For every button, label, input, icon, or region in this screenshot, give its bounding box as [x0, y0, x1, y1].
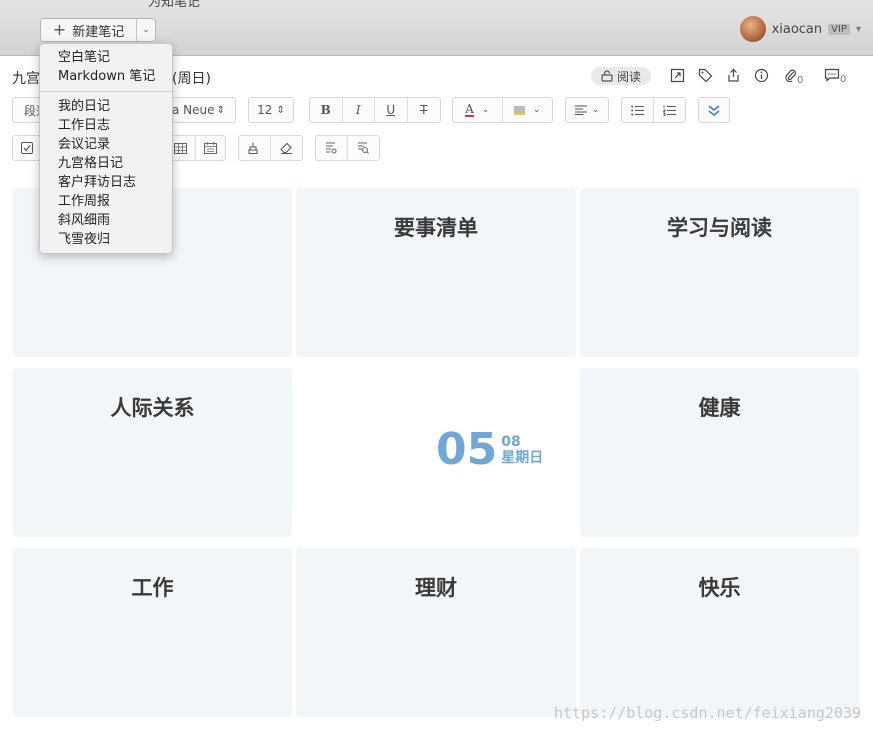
- menu-item-template[interactable]: 客户拜访日志: [40, 173, 172, 192]
- menu-item-markdown-note[interactable]: Markdown 笔记: [40, 67, 172, 86]
- grid-cell-todo[interactable]: 要事清单: [296, 188, 576, 357]
- menu-item-template[interactable]: 工作周报: [40, 192, 172, 211]
- grid-cell-finance[interactable]: 理财: [296, 548, 576, 717]
- avatar: [739, 16, 766, 42]
- grid-cell-title: 快乐: [698, 576, 741, 600]
- table-icon: [173, 142, 187, 154]
- comment-icon[interactable]: 0: [824, 68, 846, 86]
- find-replace-button[interactable]: [348, 136, 379, 160]
- user-account[interactable]: xiaocan VIP ▾: [739, 16, 861, 42]
- new-note-menu: 空白笔记 Markdown 笔记 我的日记 工作日志 会议记录 九宫格日记 客户…: [39, 43, 173, 254]
- brush-icon: [248, 142, 258, 154]
- vip-badge: VIP: [828, 23, 850, 35]
- table-group: [166, 135, 226, 161]
- align-button[interactable]: ⌄: [565, 97, 609, 123]
- grid-cell-happiness[interactable]: 快乐: [580, 548, 859, 717]
- share-icon[interactable]: [726, 68, 741, 87]
- strikethrough-button[interactable]: T: [408, 98, 440, 122]
- format-group: [238, 135, 303, 161]
- highlight-color-button[interactable]: ⌄: [503, 98, 553, 122]
- expand-toolbar-button[interactable]: [698, 97, 730, 123]
- new-note-label: 新建笔记: [72, 24, 125, 40]
- checkbox-button[interactable]: [12, 135, 42, 161]
- grid-cell-title: 健康: [698, 396, 741, 420]
- checkbox-icon: [21, 142, 33, 154]
- menu-item-template[interactable]: 会议记录: [40, 135, 172, 154]
- info-icon[interactable]: [754, 68, 769, 87]
- menu-item-template[interactable]: 工作日志: [40, 116, 172, 135]
- attachment-count: 0: [797, 75, 804, 86]
- italic-button[interactable]: I: [343, 98, 375, 122]
- grid-cell-title: 学习与阅读: [667, 216, 772, 240]
- chevron-down-icon: ⌄: [591, 105, 600, 115]
- username: xiaocan: [771, 21, 823, 37]
- read-label: 阅读: [617, 69, 642, 84]
- font-family-label: a Neue: [172, 103, 215, 117]
- app-title: 为知笔记: [148, 0, 201, 10]
- grid-cell-work[interactable]: 工作: [13, 548, 292, 717]
- menu-item-template[interactable]: 九宫格日记: [40, 154, 172, 173]
- align-left-icon: [574, 105, 587, 115]
- bullet-list-icon: [630, 105, 644, 115]
- paragraph-style-select[interactable]: 段落: [12, 97, 42, 123]
- grid-cell-title: 理财: [415, 576, 457, 600]
- font-color-button[interactable]: A ⌄: [453, 98, 503, 122]
- menu-item-template[interactable]: 我的日记: [40, 97, 172, 116]
- new-note-button-group: + 新建笔记 ⌄: [40, 18, 156, 42]
- grid-cell-title: 工作: [131, 576, 174, 600]
- font-color-icon: A: [465, 102, 474, 117]
- expand-icon[interactable]: [670, 68, 685, 87]
- text-style-group: B I U T: [309, 97, 441, 123]
- numbered-list-button[interactable]: [654, 98, 685, 122]
- chevron-down-icon: ▾: [855, 23, 861, 35]
- search-document-icon: [358, 142, 370, 154]
- tag-icon[interactable]: [698, 68, 713, 87]
- grid-cell-health[interactable]: 健康: [580, 368, 859, 537]
- format-painter-button[interactable]: [239, 136, 271, 160]
- new-note-dropdown-button[interactable]: ⌄: [137, 19, 155, 41]
- underline-button[interactable]: U: [375, 98, 408, 122]
- menu-divider: [40, 91, 172, 92]
- document-list-icon: [326, 142, 337, 154]
- plus-icon: +: [52, 20, 67, 39]
- outline-button[interactable]: [316, 136, 348, 160]
- numbered-list-icon: [662, 105, 676, 116]
- font-size-label: 12: [257, 103, 273, 117]
- grid-cell-learning[interactable]: 学习与阅读: [580, 188, 859, 357]
- calendar-button[interactable]: [196, 136, 225, 160]
- menu-item-template[interactable]: 飞雪夜归: [40, 230, 172, 249]
- bullet-list-button[interactable]: [622, 98, 654, 122]
- find-group: [315, 135, 380, 161]
- calendar-icon: [203, 142, 217, 154]
- chevron-down-icon: ⌄: [481, 105, 490, 115]
- grid-cell-title: 人际关系: [110, 396, 195, 420]
- bold-button[interactable]: B: [310, 98, 343, 122]
- clear-format-button[interactable]: [271, 136, 302, 160]
- date-month: 08: [501, 434, 521, 450]
- color-group: A ⌄ ⌄: [452, 97, 553, 123]
- updown-icon: ⇕: [276, 104, 285, 116]
- list-group: [621, 97, 686, 123]
- font-size-select[interactable]: 12 ⇕: [248, 97, 294, 123]
- grid-cell-title: 要事清单: [394, 216, 478, 240]
- attachment-icon[interactable]: 0: [784, 68, 803, 87]
- date-weekday: 星期日: [501, 450, 544, 466]
- new-note-button[interactable]: + 新建笔记: [41, 19, 137, 41]
- chevron-down-icon: ⌄: [532, 105, 541, 115]
- grid-cell-relationships[interactable]: 人际关系: [13, 368, 292, 537]
- lock-icon: [601, 70, 613, 82]
- eraser-icon: [280, 142, 292, 154]
- menu-item-blank-note[interactable]: 空白笔记: [40, 48, 172, 67]
- highlight-icon: [513, 105, 525, 115]
- read-mode-button[interactable]: 阅读: [591, 67, 652, 85]
- menu-item-template[interactable]: 斜风细雨: [40, 211, 172, 230]
- comment-count: 0: [840, 74, 847, 85]
- updown-icon: ⇕: [216, 104, 225, 116]
- note-title-start: 九宫: [12, 71, 40, 87]
- watermark: https://blog.csdn.net/feixiang2039: [553, 704, 861, 722]
- date-day: 05: [436, 424, 498, 475]
- double-chevron-down-icon: [708, 104, 720, 116]
- paragraph-label: 段落: [24, 103, 41, 118]
- date-display: 05 08 星期日: [436, 426, 543, 474]
